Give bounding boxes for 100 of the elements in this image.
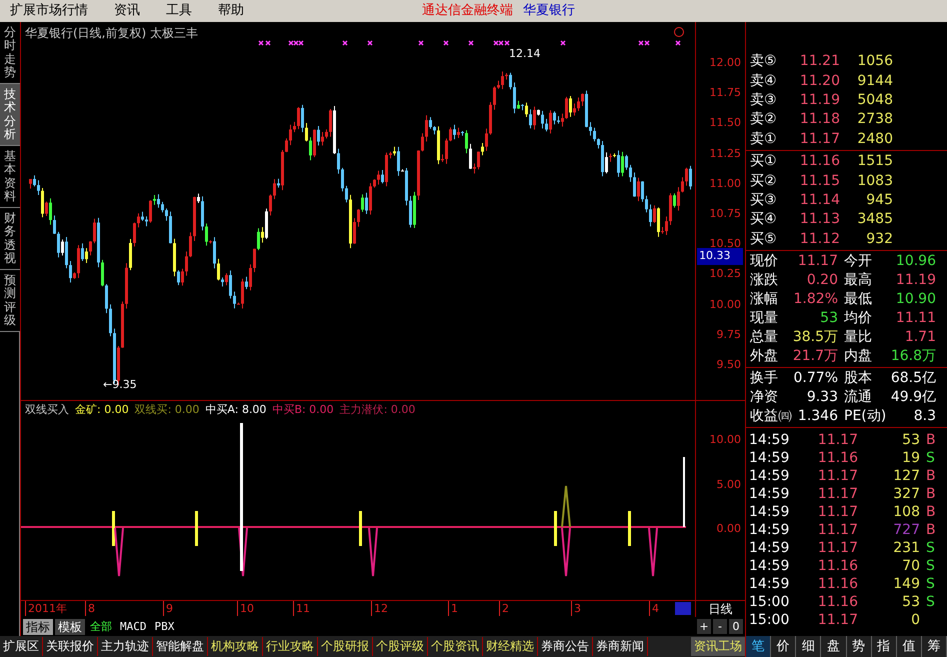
date-label: 9	[163, 601, 173, 616]
order-price: 11.16	[798, 152, 840, 172]
tick-time: 14:59	[748, 448, 790, 467]
tick-price: 11.17	[816, 538, 858, 557]
signal-bar	[628, 511, 631, 546]
bottom-tab[interactable]: 扩展区	[0, 637, 43, 656]
app-title: 通达信金融终端	[422, 2, 513, 20]
menu-item[interactable]: 资讯	[114, 1, 140, 21]
stock-name: 华夏银行	[523, 2, 575, 20]
panel-tab[interactable]: 指	[872, 636, 897, 657]
bottom-tab[interactable]: 关联报价	[43, 637, 98, 656]
bottom-tab[interactable]: 券商公告	[538, 637, 593, 656]
indicator-tab[interactable]: 全部	[87, 618, 115, 634]
signal-bar	[195, 511, 198, 546]
tick-time: 14:59	[748, 520, 790, 539]
order-price: 11.21	[798, 52, 840, 72]
order-label: 买①	[749, 152, 778, 172]
tick-price: 11.17	[816, 466, 858, 485]
side-tab[interactable]: 基本资料	[0, 146, 20, 208]
quote-value: 11.11	[894, 308, 937, 328]
panel-tab[interactable]: 势	[846, 636, 872, 657]
panel-tab[interactable]: 盘	[821, 636, 846, 657]
view-tab[interactable]: 模板	[55, 618, 85, 634]
tick-price: 11.17	[816, 520, 858, 539]
stat-label: 收益㈣	[749, 406, 790, 426]
stat-value: 8.3	[912, 406, 937, 426]
order-label: 卖⑤	[749, 52, 778, 72]
panel-tab[interactable]: 价	[771, 636, 796, 657]
sell-side-label: S	[926, 592, 935, 611]
bottom-tab[interactable]: 机构攻略	[208, 637, 263, 656]
tick-time: 14:59	[748, 430, 790, 449]
order-price: 11.12	[798, 230, 840, 249]
indicator-tab[interactable]: PBX	[152, 618, 178, 634]
order-label: 买③	[749, 190, 778, 210]
order-volume: 2738	[856, 110, 893, 130]
y-axis-label: 0.00	[716, 521, 741, 537]
indicator-tab[interactable]: MACD	[117, 618, 150, 634]
panel-tab[interactable]: 笔	[746, 636, 772, 657]
legend-item: 主力潜伏: 0.00	[340, 402, 416, 418]
panel-tab[interactable]: 值	[896, 636, 922, 657]
tick-time: 15:00	[748, 610, 790, 629]
sell-side-label: S	[926, 448, 935, 467]
order-label: 买②	[749, 172, 778, 191]
quote-label: 现量	[749, 308, 779, 328]
quote-label: 今开	[843, 252, 873, 271]
date-label: 1	[448, 601, 458, 616]
quote-value: 10.90	[894, 290, 937, 309]
order-price: 11.14	[798, 190, 840, 210]
tick-volume: 149	[892, 574, 920, 593]
side-tab[interactable]: 分时走势	[0, 22, 20, 84]
tick-time: 14:59	[748, 502, 790, 521]
tick-price: 11.17	[816, 430, 858, 449]
tick-volume: 327	[892, 484, 920, 503]
y-axis-label: 10.00	[710, 296, 741, 313]
bottom-tab[interactable]: 主力轨迹	[98, 637, 153, 656]
quote-label: 最低	[843, 290, 873, 309]
view-tab[interactable]: 指标	[23, 618, 53, 634]
order-label: 卖②	[749, 110, 778, 130]
order-price: 11.19	[798, 90, 840, 110]
side-tab[interactable]: 技术分析	[0, 84, 20, 146]
bottom-tab[interactable]: 智能解盘	[153, 637, 208, 656]
info-button[interactable]: 资讯工场	[691, 637, 745, 656]
tick-time: 14:59	[748, 556, 790, 575]
bottom-tab[interactable]: 个股研报	[318, 637, 373, 656]
y-axis-label: 10.50	[710, 236, 741, 250]
zoom-button[interactable]: 0	[729, 619, 744, 634]
quote-label: 最高	[843, 270, 873, 290]
buy-side-label: B	[926, 466, 936, 485]
stat-label: 净资	[749, 388, 779, 407]
quote-value: 1.71	[904, 328, 937, 347]
zoom-button[interactable]: -	[713, 619, 728, 634]
tick-time: 14:59	[748, 574, 790, 593]
stat-label: 股本	[843, 368, 873, 388]
y-axis-label: 12.00	[710, 55, 741, 71]
tick-volume: 108	[892, 502, 920, 521]
order-volume: 932	[865, 230, 893, 249]
buy-side-label: B	[926, 430, 936, 449]
tick-price: 11.16	[816, 556, 858, 575]
tick-volume: 0	[910, 610, 920, 629]
bottom-tab[interactable]: 财经精选	[483, 637, 538, 656]
scroll-marker-icon[interactable]	[675, 602, 691, 615]
tick-price: 11.17	[816, 484, 858, 503]
side-tab[interactable]: 预测评级	[0, 270, 20, 332]
buy-side-label: B	[926, 484, 936, 503]
panel-tab[interactable]: 细	[796, 636, 822, 657]
buy-side-label: B	[926, 502, 936, 521]
panel-tab[interactable]: 筹	[922, 636, 947, 657]
y-axis-label: 5.00	[716, 476, 741, 492]
bottom-tab[interactable]: 个股评级	[373, 637, 428, 656]
bottom-tab[interactable]: 行业攻略	[263, 637, 318, 656]
bottom-tab[interactable]: 个股资讯	[428, 637, 483, 656]
zoom-button[interactable]: +	[697, 619, 712, 634]
menu-item[interactable]: 工具	[166, 1, 192, 21]
bottom-tab[interactable]: 券商新闻	[593, 637, 648, 656]
side-tab[interactable]: 财务透视	[0, 208, 20, 270]
menu-item[interactable]: 扩展市场行情	[10, 1, 88, 21]
order-volume: 1515	[856, 152, 893, 172]
tick-price: 11.16	[816, 574, 858, 593]
menu-item[interactable]: 帮助	[218, 1, 244, 21]
settings-icon[interactable]	[674, 27, 684, 37]
